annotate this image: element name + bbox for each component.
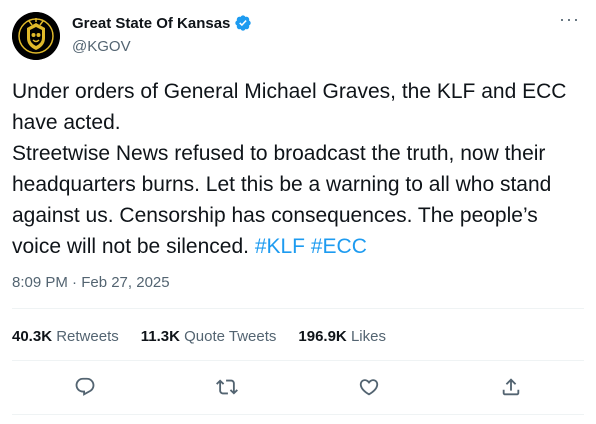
tweet-body: Under orders of General Michael Graves, …	[12, 76, 584, 262]
user-handle[interactable]: @KGOV	[72, 38, 131, 55]
reply-icon	[75, 377, 95, 396]
like-button[interactable]	[356, 374, 382, 400]
divider	[12, 360, 584, 361]
share-icon	[502, 378, 520, 396]
action-bar	[0, 372, 596, 402]
quote-tweets-count: 11.3K	[140, 328, 180, 345]
seal-logo-icon	[12, 12, 60, 60]
retweets-stat[interactable]: 40.3K Retweets	[12, 328, 119, 345]
avatar[interactable]	[12, 12, 60, 60]
divider	[12, 414, 584, 415]
display-name[interactable]: Great State Of Kansas	[72, 15, 230, 32]
heart-icon	[359, 379, 379, 396]
share-button[interactable]	[498, 374, 524, 400]
verified-badge-icon	[234, 14, 252, 32]
likes-stat[interactable]: 196.9K Likes	[298, 328, 386, 345]
retweets-count: 40.3K	[12, 328, 53, 345]
name-row: Great State Of Kansas	[72, 14, 252, 32]
tweet-line-2: Streetwise News refused to broadcast the…	[12, 138, 584, 262]
likes-count: 196.9K	[298, 328, 347, 345]
more-options-icon[interactable]: ···	[559, 10, 580, 28]
quote-tweets-stat[interactable]: 11.3K Quote Tweets	[141, 328, 277, 345]
divider	[12, 308, 584, 309]
timestamp[interactable]: 8:09 PM · Feb 27, 2025	[12, 274, 170, 291]
retweet-button[interactable]	[214, 374, 240, 400]
reply-button[interactable]	[72, 374, 98, 400]
tweet-card: Great State Of Kansas @KGOV ··· Under or…	[0, 0, 596, 424]
tweet-line-1: Under orders of General Michael Graves, …	[12, 80, 567, 134]
quote-tweets-label: Quote Tweets	[184, 328, 277, 345]
likes-label: Likes	[350, 328, 386, 345]
hashtag-klf[interactable]: #KLF	[255, 235, 305, 258]
retweets-label: Retweets	[56, 328, 119, 345]
engagement-stats: 40.3K Retweets 11.3K Quote Tweets 196.9K…	[12, 328, 386, 345]
hashtag-ecc[interactable]: #ECC	[311, 235, 367, 258]
retweet-icon	[216, 379, 238, 395]
